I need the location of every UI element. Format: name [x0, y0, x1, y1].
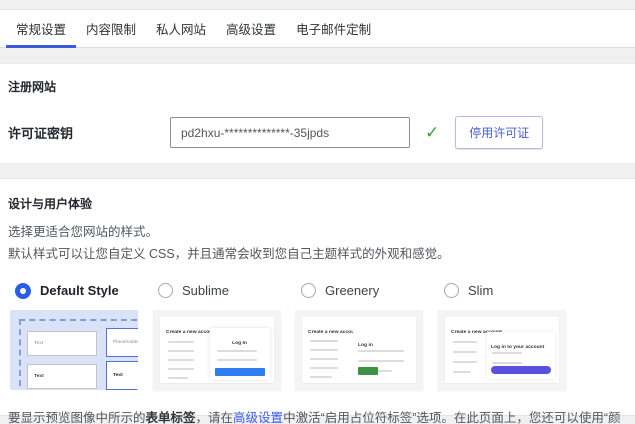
preview-col-slim: Create a new account Log in to your acco… [438, 310, 581, 390]
preview-field-line [217, 350, 257, 352]
tab-general-settings[interactable]: 常规设置 [6, 10, 76, 47]
style-option-greenery[interactable]: Greenery [301, 283, 444, 299]
radio-greenery-icon[interactable] [301, 283, 316, 298]
top-spacer [0, 0, 635, 10]
preview-field-line [168, 341, 194, 343]
design-description-line1: 选择更适合您网站的样式。 [8, 221, 627, 243]
tab-email-customization[interactable]: 电子邮件定制 [286, 10, 381, 47]
tab-private-site[interactable]: 私人网站 [146, 10, 216, 47]
preview-field-line [168, 350, 194, 352]
preview-footnote: 要显示预览图像中所示的表单标签，请在高级设置中激活“启用占位符标签”选项。在此页… [8, 408, 627, 424]
design-description: 选择更适合您网站的样式。 默认样式可以让您自定义 CSS，并且通常会收到您自己主… [8, 221, 627, 266]
license-key-input[interactable] [170, 117, 410, 148]
register-site-panel: 注册网站 许可证密钥 ✓ 停用许可证 [0, 63, 635, 163]
style-option-label: Default Style [40, 283, 119, 298]
section-divider [0, 163, 635, 178]
preview-login-button [491, 366, 551, 374]
preview-field-line [492, 362, 522, 364]
preview-form-card: Create a new account Log In [160, 317, 274, 383]
tab-content-restriction[interactable]: 内容限制 [76, 10, 146, 47]
design-ux-panel: 设计与用户体验 选择更适合您网站的样式。 默认样式可以让您自定义 CSS，并且通… [0, 178, 635, 415]
preview-login-title: Log In [210, 332, 270, 350]
footnote-text: 要显示预览图像中所示的 [8, 411, 146, 424]
preview-form-card: Create a new account Log in [302, 317, 416, 383]
register-site-heading: 注册网站 [8, 78, 627, 95]
style-previews-row: Text Placeholder Text Text Create a new … [8, 310, 627, 390]
preview-field-line [453, 351, 477, 353]
preview-field-line [217, 359, 257, 361]
preview-field-line [358, 350, 404, 352]
preview-col-sublime: Create a new account Log In [153, 310, 296, 390]
settings-page: 常规设置 内容限制 私人网站 高级设置 电子邮件定制 注册网站 许可证密钥 ✓ … [0, 0, 635, 424]
preview-input-box: Text [27, 364, 97, 389]
style-option-slim[interactable]: Slim [444, 283, 587, 299]
radio-slim-icon[interactable] [444, 283, 459, 298]
preview-field-line [310, 376, 332, 378]
sublime-preview-image: Create a new account Log In [153, 310, 281, 390]
radio-default-style-icon[interactable] [15, 283, 31, 299]
preview-field-line [310, 358, 338, 360]
license-key-row: 许可证密钥 ✓ 停用许可证 [8, 116, 627, 149]
style-options-row: Default Style Sublime Greenery Slim [8, 283, 627, 299]
footnote-text: ，请在 [196, 411, 234, 424]
design-description-line2: 默认样式可以让您自定义 CSS，并且通常会收到您自己主题样式的外观和感觉。 [8, 243, 627, 265]
footnote-bold-form-labels: 表单标签 [146, 411, 196, 424]
preview-field-line [168, 368, 194, 370]
tab-advanced-settings[interactable]: 高级设置 [216, 10, 286, 47]
preview-login-panel: Log in [353, 330, 411, 379]
preview-field-line [310, 367, 338, 369]
preview-input-box: Text [106, 361, 138, 390]
style-option-sublime[interactable]: Sublime [158, 283, 301, 299]
greenery-preview-image: Create a new account Log in [295, 310, 423, 390]
preview-input-box: Placeholder [106, 328, 138, 357]
settings-tabbar: 常规设置 内容限制 私人网站 高级设置 电子邮件定制 [0, 10, 635, 48]
preview-form-card: Create a new account Log in to your acco… [445, 317, 559, 383]
design-ux-heading: 设计与用户体验 [8, 195, 627, 212]
preview-col-default: Text Placeholder Text Text [10, 310, 153, 390]
preview-field-line [168, 359, 194, 361]
preview-field-line [492, 352, 522, 354]
preview-login-panel: Log in to your account [487, 332, 555, 379]
deactivate-license-button[interactable]: 停用许可证 [455, 116, 543, 149]
style-option-label: Slim [468, 283, 493, 298]
slim-preview-image: Create a new account Log in to your acco… [438, 310, 566, 390]
preview-field-line [453, 341, 477, 343]
preview-field-line [310, 349, 338, 351]
preview-field-line [358, 360, 404, 362]
preview-field-line [453, 361, 477, 363]
section-divider [0, 48, 635, 63]
preview-field-line [453, 371, 471, 373]
style-option-label: Sublime [182, 283, 229, 298]
license-key-label: 许可证密钥 [8, 123, 170, 142]
preview-input-box: Text [27, 331, 97, 356]
preview-login-title: Log in to your account [491, 336, 555, 354]
advanced-settings-link[interactable]: 高级设置 [233, 411, 283, 424]
style-option-default[interactable]: Default Style [15, 283, 158, 299]
license-valid-check-icon: ✓ [425, 123, 439, 143]
preview-col-greenery: Create a new account Log in [295, 310, 438, 390]
radio-sublime-icon[interactable] [158, 283, 173, 298]
preview-field-line [168, 377, 188, 379]
preview-login-button [215, 368, 265, 376]
preview-login-button [358, 367, 378, 375]
style-option-label: Greenery [325, 283, 379, 298]
default-style-preview-image: Text Placeholder Text Text [10, 310, 138, 390]
preview-login-title: Log in [358, 334, 411, 352]
preview-field-line [310, 340, 338, 342]
preview-login-panel: Log In [210, 328, 270, 380]
